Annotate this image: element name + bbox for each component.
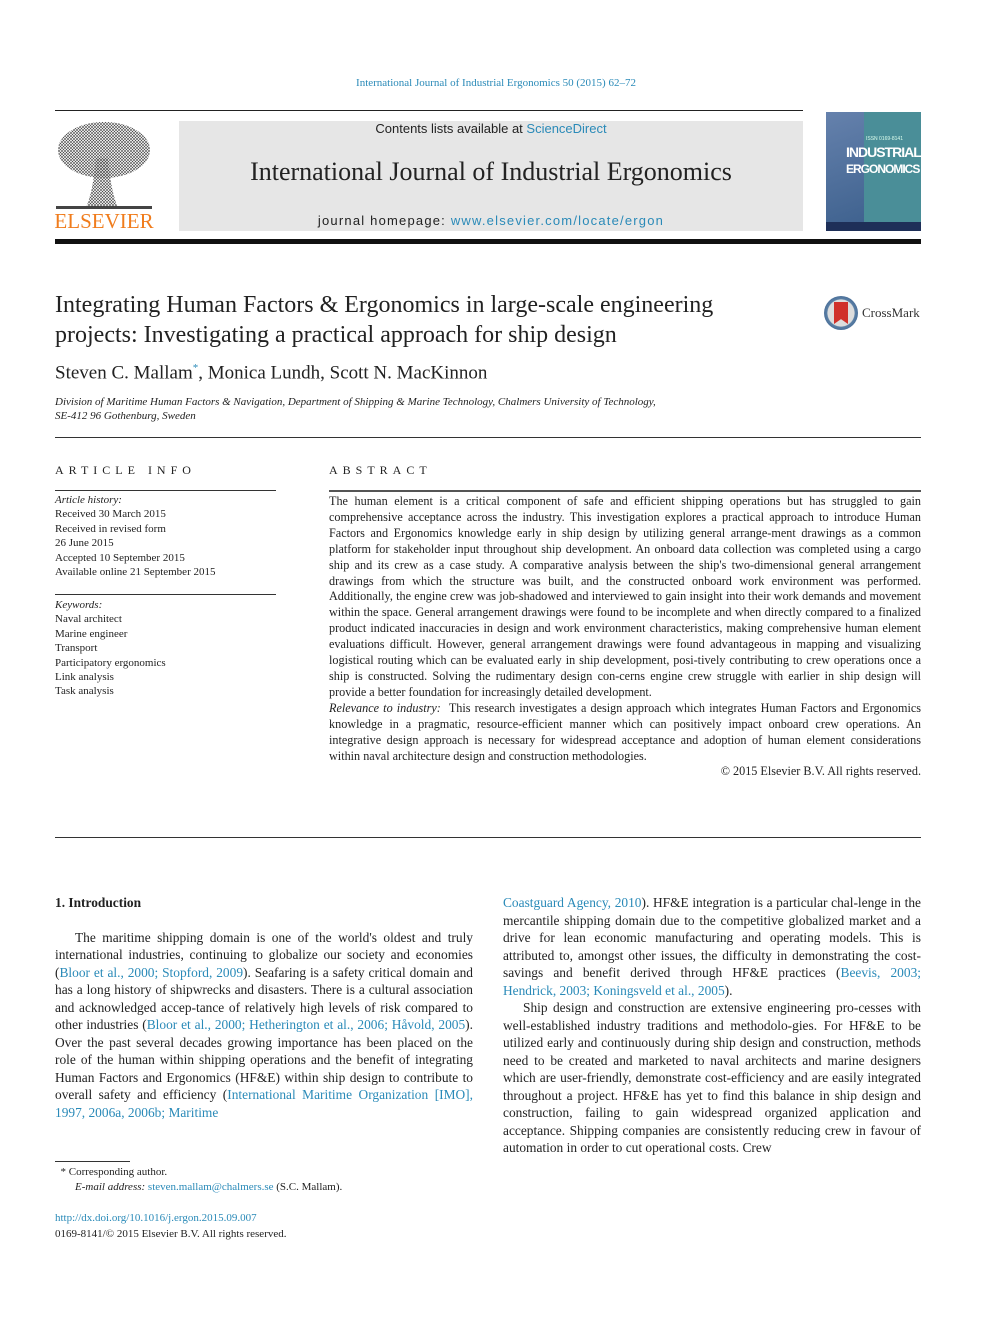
header-thick-rule [55,239,921,244]
body-column-right: Coastguard Agency, 2010). HF&E integrati… [503,894,921,1157]
email-link[interactable]: steven.mallam@chalmers.se [148,1181,274,1193]
elsevier-tree-icon [56,122,152,209]
cover-title-line1: INDUSTRIAL [846,144,921,160]
crossmark-button[interactable]: CrossMark [824,295,924,335]
header-rule [55,110,803,111]
paragraph-text: ). [724,982,733,998]
contents-available: Contents lists available at ScienceDirec… [179,121,803,137]
crossmark-icon [824,296,858,330]
citation-link[interactable]: Coastguard Agency, 2010 [503,895,641,910]
abstract-heading: ABSTRACT [329,463,432,477]
keyword: Transport [55,642,98,655]
body-column-left: 1. Introduction The maritime shipping do… [55,894,473,1121]
author-name[interactable]: Steven C. Mallam [55,362,193,383]
keyword: Participatory ergonomics [55,656,166,669]
keyword: Link analysis [55,671,114,684]
cover-issn: ISSN 0169-8141 [866,136,903,142]
corresponding-author-note: Corresponding author. [66,1166,168,1178]
intro-paragraph-1-continued: Coastguard Agency, 2010). HF&E integrati… [503,894,921,999]
intro-paragraph-1: The maritime shipping domain is one of t… [55,929,473,1122]
citation-link[interactable]: Bloor et al., 2000; Hetherington et al.,… [147,1017,465,1032]
footnote: * Corresponding author. E-mail address: … [55,1165,343,1195]
email-label: E-mail address: [75,1181,148,1193]
crossmark-flag-icon [834,302,848,324]
affiliation: Division of Maritime Human Factors & Nav… [55,395,656,423]
affiliation-line: Division of Maritime Human Factors & Nav… [55,396,656,408]
footnote-rule [55,1161,130,1162]
divider [55,594,276,595]
article-history-label: Article history: [55,494,122,506]
email-suffix: (S.C. Mallam). [273,1181,343,1193]
contents-prefix: Contents lists available at [375,121,527,136]
relevance-label: Relevance to industry: [329,700,441,715]
citation-link[interactable]: Bloor et al., 2000; Stopford, 2009 [59,965,243,980]
journal-cover-image[interactable]: ISSN 0169-8141 INDUSTRIAL ERGONOMICS [826,112,921,231]
keywords: Keywords: Naval architect Marine enginee… [55,598,166,699]
keyword: Marine engineer [55,627,128,640]
keyword: Task analysis [55,685,114,698]
author-names-rest: , Monica Lundh, Scott N. MacKinnon [198,362,488,384]
doi-link[interactable]: http://dx.doi.org/10.1016/j.ergon.2015.0… [55,1212,257,1224]
elsevier-wordmark: ELSEVIER [54,209,154,233]
history-item: Accepted 10 September 2015 [55,551,185,564]
abstract-text: The human element is a critical componen… [329,494,921,699]
divider [329,490,921,492]
cover-footer-band [826,222,921,231]
divider [55,437,921,438]
history-item: Received in revised form [55,522,166,535]
doi-block: http://dx.doi.org/10.1016/j.ergon.2015.0… [55,1210,287,1242]
article-history: Article history: Received 30 March 2015 … [55,493,215,579]
abstract-copyright: © 2015 Elsevier B.V. All rights reserved… [720,764,921,779]
journal-homepage: journal homepage: www.elsevier.com/locat… [179,213,803,228]
history-item: Received 30 March 2015 [55,508,166,521]
keyword: Naval architect [55,613,122,626]
sciencedirect-link[interactable]: ScienceDirect [526,121,606,136]
author-list: Steven C. Mallam*, Monica Lundh, Scott N… [55,362,487,384]
affiliation-line: SE-412 96 Gothenburg, Sweden [55,410,196,422]
history-item: Available online 21 September 2015 [55,566,216,579]
journal-banner: Contents lists available at ScienceDirec… [179,121,803,231]
elsevier-logo[interactable]: ELSEVIER [52,118,156,234]
rights-statement: 0169-8141/© 2015 Elsevier B.V. All right… [55,1228,287,1240]
journal-title: International Journal of Industrial Ergo… [250,157,732,186]
divider [55,837,921,838]
homepage-link[interactable]: www.elsevier.com/locate/ergon [451,213,664,228]
homepage-label: journal homepage: [317,213,451,228]
section-heading-introduction: 1. Introduction [55,895,142,910]
cover-title-line2: ERGONOMICS [846,162,920,176]
history-item: 26 June 2015 [55,537,114,550]
article-title: Integrating Human Factors & Ergonomics i… [55,292,714,348]
keywords-label: Keywords: [55,599,103,611]
relevance-paragraph: Relevance to industry: This research inv… [329,701,921,765]
intro-paragraph-2: Ship design and construction are extensi… [503,1000,921,1155]
divider [55,490,276,491]
crossmark-label: CrossMark [862,305,920,320]
abstract-body: The human element is a critical componen… [329,494,921,780]
journal-citation-link[interactable]: International Journal of Industrial Ergo… [0,77,992,89]
article-info-heading: ARTICLE INFO [55,463,196,477]
